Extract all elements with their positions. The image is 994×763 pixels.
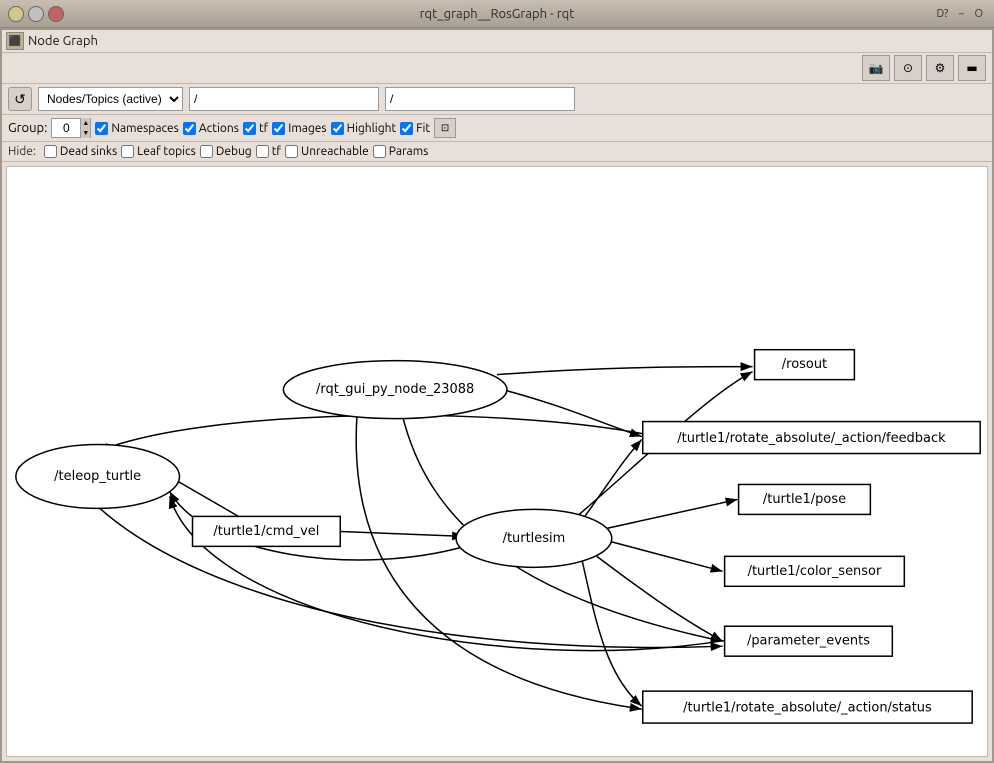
dead-sinks-option[interactable]: Dead sinks	[44, 145, 117, 158]
edge-feedback-teleop	[98, 415, 647, 451]
fit-checkbox[interactable]	[400, 122, 413, 135]
edge-turtlesim-color	[610, 541, 723, 571]
toolbar: ↺ Nodes/Topics (active) Nodes only Topic…	[2, 84, 992, 115]
unreachable-checkbox[interactable]	[285, 145, 298, 158]
edge-cmdvel-turtlesim	[337, 531, 464, 536]
namespaces-option[interactable]: Namespaces	[95, 122, 179, 135]
title-bar: rqt_graph__RosGraph - rqt D? − O	[0, 0, 994, 28]
dead-sinks-checkbox[interactable]	[44, 145, 57, 158]
fit-icon-btn[interactable]: ⊡	[434, 118, 456, 138]
snapshot-button[interactable]: 📷	[862, 55, 890, 81]
params-option[interactable]: Params	[373, 145, 429, 158]
plugin-title: Node Graph	[28, 34, 98, 48]
tf-option[interactable]: tf	[243, 122, 268, 135]
minimize-button[interactable]	[8, 6, 24, 22]
graph-svg: /teleop_turtle /rqt_gui_py_node_23088 /t…	[7, 167, 987, 756]
node-color-sensor-label: /turtle1/color_sensor	[748, 564, 882, 579]
highlight-option[interactable]: Highlight	[331, 122, 397, 135]
node-rqt-gui-label: /rqt_gui_py_node_23088	[316, 382, 474, 397]
fit-button[interactable]: ⊙	[894, 55, 922, 81]
filter-button[interactable]: ⚙	[926, 55, 954, 81]
settings-button[interactable]: ▬	[958, 55, 986, 81]
options-bar: Group: ▲ ▼ Namespaces Actions tf Images …	[2, 115, 992, 142]
group-down-btn[interactable]: ▼	[80, 128, 90, 138]
namespaces-checkbox[interactable]	[95, 122, 108, 135]
leaf-topics-checkbox[interactable]	[121, 145, 134, 158]
maximize-button[interactable]	[28, 6, 44, 22]
help-button[interactable]: D?	[933, 8, 951, 20]
actions-option[interactable]: Actions	[183, 122, 239, 135]
refresh-button[interactable]: ↺	[8, 87, 32, 111]
filter2-input[interactable]	[385, 87, 575, 111]
edge-turtlesim-pose	[607, 499, 738, 528]
node-cmd-vel-label: /turtle1/cmd_vel	[213, 524, 319, 539]
group-label: Group:	[8, 121, 47, 135]
node-rosout-label: /rosout	[782, 357, 827, 372]
node-feedback-label: /turtle1/rotate_absolute/_action/feedbac…	[677, 431, 946, 446]
edge-turtlesim-status	[582, 559, 642, 706]
tf-checkbox[interactable]	[243, 122, 256, 135]
menubar: ⬛ Node Graph	[2, 30, 992, 53]
plugin-icon: ⬛	[6, 32, 24, 50]
window-minimize-alt[interactable]: −	[955, 8, 967, 20]
close-button[interactable]	[48, 6, 64, 22]
group-value[interactable]	[52, 121, 80, 135]
debug-option[interactable]: Debug	[200, 145, 252, 158]
actions-checkbox[interactable]	[183, 122, 196, 135]
window-close-alt[interactable]: O	[971, 8, 986, 20]
node-parameter-events-label: /parameter_events	[747, 634, 870, 649]
edge-turtlesim-params	[597, 556, 723, 641]
params-checkbox[interactable]	[373, 145, 386, 158]
node-teleop-turtle-label: /teleop_turtle	[54, 469, 141, 484]
group-up-btn[interactable]: ▲	[80, 118, 90, 128]
edge-turtlesim-feedback	[582, 440, 642, 521]
hide-bar: Hide: Dead sinks Leaf topics Debug tf Un…	[2, 142, 992, 162]
tf-hide-checkbox[interactable]	[256, 145, 269, 158]
filter1-input[interactable]	[189, 87, 379, 111]
window-title: rqt_graph__RosGraph - rqt	[68, 7, 926, 21]
display-mode-dropdown[interactable]: Nodes/Topics (active) Nodes only Topics …	[38, 87, 183, 111]
highlight-checkbox[interactable]	[331, 122, 344, 135]
unreachable-option[interactable]: Unreachable	[285, 145, 369, 158]
fit-option[interactable]: Fit	[400, 122, 430, 135]
group-spinner[interactable]: ▲ ▼	[51, 118, 91, 138]
edge-rqt-rosout	[497, 367, 753, 375]
debug-checkbox[interactable]	[200, 145, 213, 158]
window-body: ⬛ Node Graph 📷 ⊙ ⚙ ▬ ↺ Nodes/Topics (act…	[0, 28, 994, 763]
leaf-topics-option[interactable]: Leaf topics	[121, 145, 196, 158]
images-checkbox[interactable]	[272, 122, 285, 135]
edge-teleop-params	[98, 506, 723, 647]
tf-hide-option[interactable]: tf	[256, 145, 281, 158]
images-option[interactable]: Images	[272, 122, 326, 135]
graph-area[interactable]: /teleop_turtle /rqt_gui_py_node_23088 /t…	[6, 166, 988, 757]
node-pose-label: /turtle1/pose	[763, 492, 846, 507]
node-status-label: /turtle1/rotate_absolute/_action/status	[683, 701, 932, 716]
hide-label: Hide:	[8, 145, 36, 158]
node-turtlesim-label: /turtlesim	[503, 531, 566, 546]
